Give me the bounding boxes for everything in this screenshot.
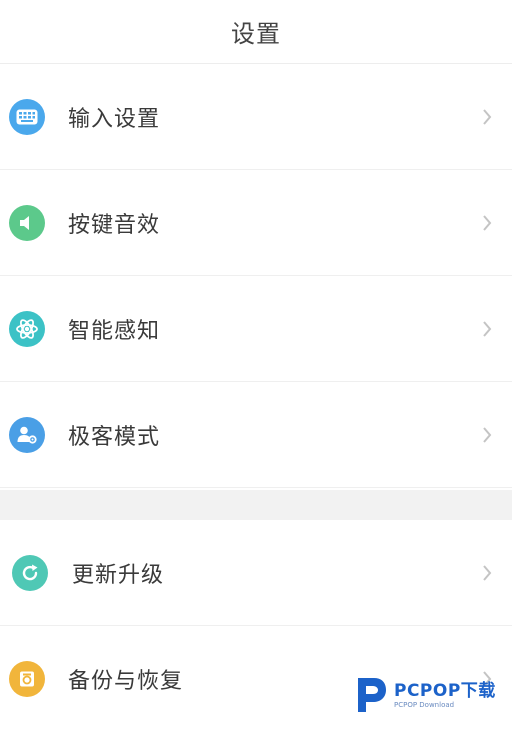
menu-item-input-settings[interactable]: 输入设置 [0, 64, 512, 170]
menu-item-label: 备份与恢复 [68, 669, 184, 694]
chevron-right-icon [480, 425, 494, 445]
menu-item-label: 极客模式 [68, 424, 161, 450]
settings-header: 设置 [0, 0, 512, 64]
watermark-sub-text: PCPOP Download [394, 700, 455, 709]
geek-user-icon [9, 416, 45, 453]
pcpop-logo-icon [358, 678, 386, 712]
menu-item-key-sound[interactable]: 按键音效 [0, 170, 512, 276]
refresh-icon [12, 554, 48, 591]
menu-item-geek-mode[interactable]: 极客模式 [0, 382, 512, 488]
speaker-icon [9, 204, 45, 241]
section-divider [0, 490, 512, 520]
pcpop-watermark: PCPOP下载 PCPOP Download [354, 672, 512, 718]
watermark-text: PCPOP下载 PCPOP Download [394, 681, 496, 710]
watermark-main-text: PCPOP下载 [394, 680, 496, 701]
chevron-right-icon [480, 107, 494, 127]
menu-item-label: 按键音效 [68, 212, 161, 238]
keyboard-icon [9, 98, 45, 135]
atom-icon [9, 310, 45, 347]
menu-item-smart-sensing[interactable]: 智能感知 [0, 276, 512, 382]
menu-item-label: 更新升级 [72, 562, 165, 588]
chevron-right-icon [480, 319, 494, 339]
menu-item-update[interactable]: 更新升级 [0, 520, 512, 626]
chevron-right-icon [480, 563, 494, 583]
chevron-right-icon [480, 213, 494, 233]
menu-item-label: 输入设置 [68, 106, 161, 132]
backup-icon [9, 661, 45, 697]
menu-item-label: 智能感知 [68, 318, 161, 344]
page-title: 设置 [231, 20, 281, 48]
